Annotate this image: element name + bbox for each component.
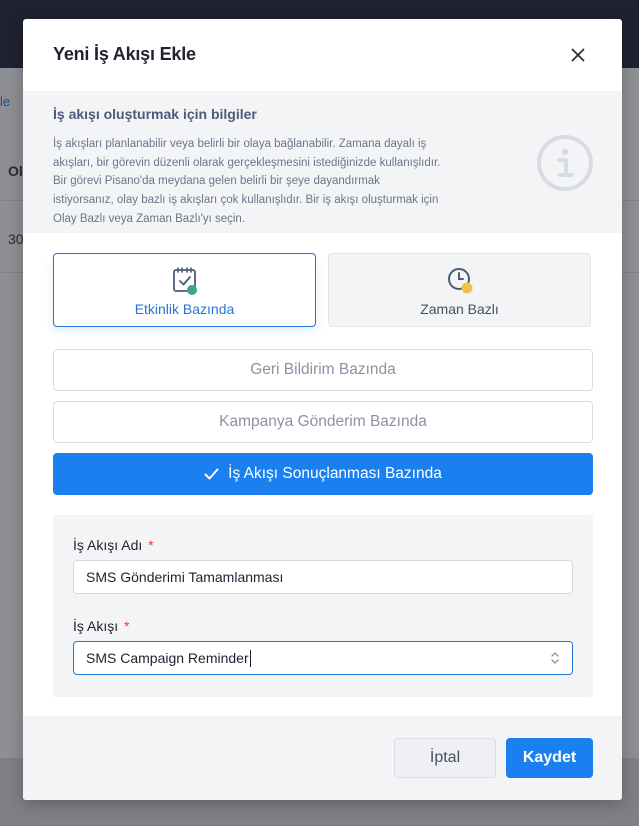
background-link: le bbox=[0, 94, 11, 109]
workflow-select-label-text: İş Akışı bbox=[73, 618, 119, 634]
select-arrows-icon bbox=[551, 652, 559, 664]
workflow-result-based-option[interactable]: İş Akışı Sonuçlanması Bazında bbox=[53, 453, 593, 495]
feedback-based-option[interactable]: Geri Bildirim Bazında bbox=[53, 349, 593, 391]
workflow-name-value: SMS Gönderimi Tamamlanması bbox=[86, 569, 284, 585]
close-button[interactable] bbox=[566, 43, 590, 67]
info-text-line: istiyorsanız, olay bazlı iş akışları çok… bbox=[53, 194, 439, 207]
modal-title: Yeni İş Akışı Ekle bbox=[53, 44, 196, 64]
workflow-select-label: İş Akışı * bbox=[73, 618, 129, 634]
background-cell: 30 bbox=[8, 231, 24, 247]
required-mark: * bbox=[124, 618, 130, 634]
required-mark: * bbox=[148, 537, 154, 553]
activity-based-label: Etkinlik Bazında bbox=[134, 301, 235, 317]
info-icon bbox=[537, 135, 593, 191]
modal-header: Yeni İş Akışı Ekle bbox=[23, 19, 622, 91]
time-based-card[interactable]: Zaman Bazlı bbox=[328, 253, 591, 327]
background-column-header: Ol bbox=[8, 163, 23, 179]
check-icon bbox=[204, 468, 219, 480]
workflow-select[interactable]: SMS Campaign Reminder bbox=[73, 641, 573, 675]
info-text: İş akışları planlanabilir veya belirli b… bbox=[53, 135, 508, 229]
workflow-form-panel: İş Akışı Adı * SMS Gönderimi Tamamlanmas… bbox=[53, 515, 593, 697]
workflow-select-value: SMS Campaign Reminder bbox=[86, 650, 249, 666]
workflow-name-label: İş Akışı Adı * bbox=[73, 537, 154, 553]
workflow-name-input[interactable]: SMS Gönderimi Tamamlanması bbox=[73, 560, 573, 594]
info-title: İş akışı oluşturmak için bilgiler bbox=[53, 106, 257, 122]
text-caret bbox=[249, 649, 251, 667]
workflow-result-based-label: İş Akışı Sonuçlanması Bazında bbox=[228, 465, 442, 482]
activity-based-card[interactable]: Etkinlik Bazında bbox=[53, 253, 316, 327]
clock-icon bbox=[447, 268, 472, 294]
cancel-button[interactable]: İptal bbox=[394, 738, 496, 778]
save-button[interactable]: Kaydet bbox=[506, 738, 593, 778]
add-workflow-modal: Yeni İş Akışı Ekle İş akışı oluşturmak i… bbox=[23, 19, 622, 800]
time-based-label: Zaman Bazlı bbox=[420, 301, 499, 317]
info-text-line: Olay Bazlı veya Zaman Bazlı'yı seçin. bbox=[53, 212, 246, 225]
close-icon bbox=[571, 48, 585, 62]
campaign-send-based-option[interactable]: Kampanya Gönderim Bazında bbox=[53, 401, 593, 443]
info-text-line: akışları, bir görevin düzenli olarak ger… bbox=[53, 156, 441, 169]
workflow-name-label-text: İş Akışı Adı bbox=[73, 537, 143, 553]
modal-footer: İptal Kaydet bbox=[23, 716, 622, 800]
info-box: İş akışı oluşturmak için bilgiler İş akı… bbox=[23, 91, 622, 233]
info-text-line: İş akışları planlanabilir veya belirli b… bbox=[53, 138, 427, 150]
calendar-check-icon bbox=[172, 267, 197, 295]
info-text-line: Bir görevi Pisano'da meydana gelen belir… bbox=[53, 175, 380, 188]
